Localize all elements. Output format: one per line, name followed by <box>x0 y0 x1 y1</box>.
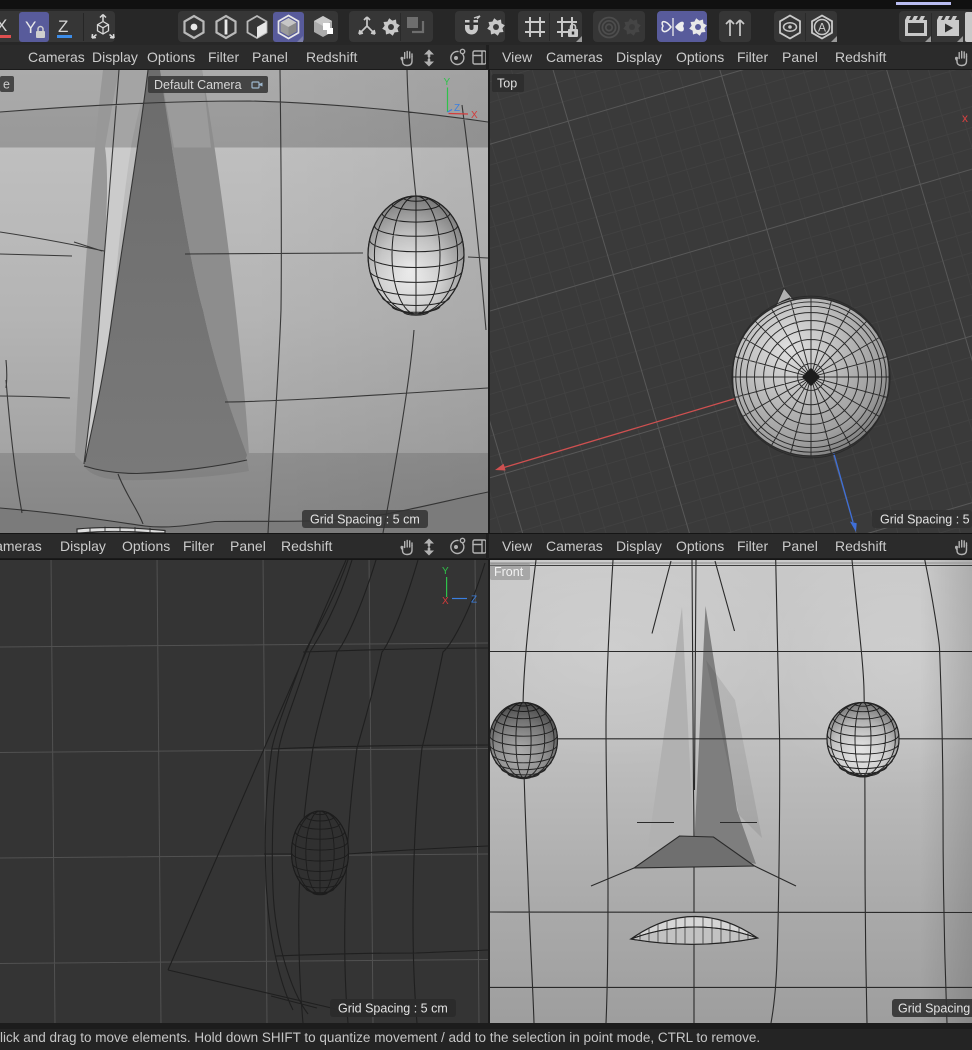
svg-text:Y: Y <box>444 77 451 88</box>
svg-text:Default Camera: Default Camera <box>154 78 242 92</box>
svg-text:X: X <box>471 110 478 121</box>
svg-text:x: x <box>962 111 968 125</box>
svg-text:X: X <box>442 596 449 607</box>
svg-text:Grid Spacing : 5 cm: Grid Spacing : 5 cm <box>338 1002 448 1016</box>
svg-text:Top: Top <box>497 77 517 91</box>
svg-text:Front: Front <box>494 565 524 579</box>
svg-text:Grid Spacing : 5: Grid Spacing : 5 <box>880 513 970 527</box>
svg-text:X: X <box>0 16 7 35</box>
svg-text:A: A <box>818 21 826 35</box>
svg-text:Y: Y <box>442 566 449 577</box>
svg-text:Z: Z <box>454 103 460 114</box>
svg-text:Y: Y <box>25 18 36 37</box>
svg-text:Grid Spacing :: Grid Spacing : <box>898 1002 972 1016</box>
svg-text:Grid Spacing : 5 cm: Grid Spacing : 5 cm <box>310 513 420 527</box>
svg-text:Z: Z <box>471 595 477 606</box>
svg-text:e: e <box>3 78 10 92</box>
svg-text:Z: Z <box>58 17 68 36</box>
